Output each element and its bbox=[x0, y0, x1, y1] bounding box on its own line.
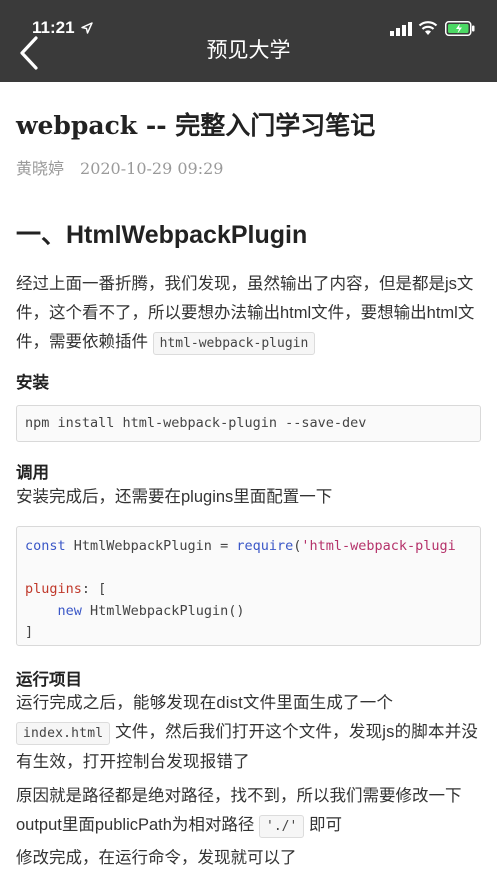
run-heading: 运行项目 bbox=[16, 671, 82, 689]
install-command: npm install html-webpack-plugin --save-d… bbox=[25, 415, 367, 431]
use-paragraph: 安装完成后，还需要在plugins里面配置一下 bbox=[16, 488, 333, 506]
nav-title: 预见大学 bbox=[206, 39, 291, 62]
code-plugins-prop: plugins bbox=[25, 581, 82, 597]
plugin-code-block: const HtmlWebpackPlugin = require('html-… bbox=[16, 526, 481, 646]
code-plugins-open: : [ bbox=[81, 581, 107, 597]
article-meta: 黄晓婷 2020-10-29 09:29 bbox=[16, 155, 223, 179]
nav-header: 11:21 预见大学 bbox=[0, 0, 497, 82]
code-require: require bbox=[236, 538, 294, 554]
author-name[interactable]: 黄晓婷 bbox=[16, 161, 64, 178]
location-arrow-icon bbox=[81, 22, 93, 34]
code-plugin-ctor: HtmlWebpackPlugin() bbox=[81, 602, 245, 619]
final-paragraph: 修改完成，在运行命令，发现就可以了 bbox=[16, 849, 297, 867]
code-close-bracket: ] bbox=[25, 624, 34, 640]
status-bar: 11:21 bbox=[0, 0, 497, 37]
reason-paragraph: 原因就是路径都是绝对路径，找不到，所以我们需要修改一下output里面publi… bbox=[16, 782, 482, 841]
run-paragraph: 运行完成之后，能够发现在dist文件里面生成了一个 index.html 文件，… bbox=[16, 689, 482, 777]
reason-text-1: 原因就是路径都是绝对路径，找不到，所以我们需要修改一下output里面publi… bbox=[16, 787, 462, 834]
use-heading: 调用 bbox=[16, 464, 49, 482]
section-heading: 一、HtmlWebpackPlugin bbox=[16, 221, 308, 249]
code-keyword-const: const bbox=[25, 538, 66, 554]
intro-paragraph: 经过上面一番折腾，我们发现，虽然输出了内容，但是都是js文件，这个看不了，所以要… bbox=[16, 270, 482, 358]
inline-code-plugin: html-webpack-plugin bbox=[152, 332, 316, 355]
code-plugin-name: HtmlWebpackPlugin = bbox=[65, 538, 237, 554]
publish-date: 2020-10-29 09:29 bbox=[80, 159, 224, 178]
article-content: webpack -- 完整入门学习笔记 黄晓婷 2020-10-29 09:29 … bbox=[0, 82, 497, 883]
inline-code-relative-path: './' bbox=[259, 815, 305, 838]
article-title: webpack -- 完整入门学习笔记 bbox=[16, 111, 376, 140]
inline-code-index-html: index.html bbox=[16, 722, 111, 745]
code-keyword-new: new bbox=[57, 602, 82, 619]
reason-text-2: 即可 bbox=[308, 816, 342, 834]
install-heading: 安装 bbox=[16, 374, 49, 392]
install-code-block: npm install html-webpack-plugin --save-d… bbox=[16, 405, 481, 442]
run-text-1: 运行完成之后，能够发现在dist文件里面生成了一个 bbox=[16, 694, 394, 712]
code-string: 'html-webpack-plugi bbox=[301, 538, 456, 554]
